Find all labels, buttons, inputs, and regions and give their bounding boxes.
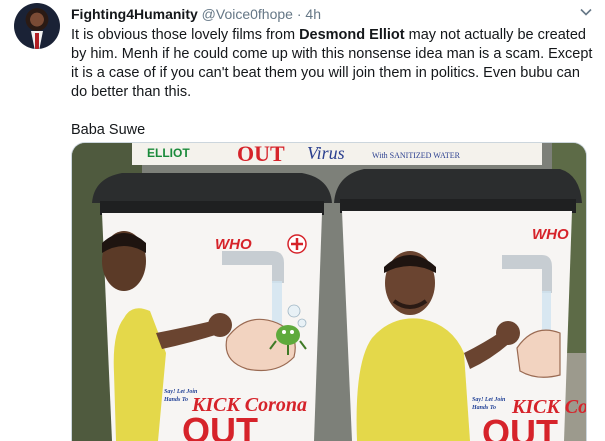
tweet-body: It is obvious those lovely films from De…	[71, 26, 593, 102]
right-who-label: WHO	[532, 226, 569, 243]
tweet-header: Fighting4Humanity @Voice0fhope · 4h	[71, 6, 575, 24]
banner-out-text: OUT	[237, 143, 285, 166]
photo-scene: ELLIOT OUT Virus With SANITIZED WATER WH…	[72, 143, 586, 441]
mention-desmond-elliot: Desmond Elliot	[299, 27, 405, 43]
left-bin-lid	[92, 173, 332, 203]
right-bin-lid	[334, 169, 582, 203]
banner-left-text: ELLIOT	[147, 146, 190, 160]
banner-virus-text: Virus	[307, 143, 345, 163]
dot-separator: ·	[296, 6, 302, 22]
tweet-signature: Baba Suwe	[71, 122, 146, 138]
left-slogan-small-2: Hands To	[163, 397, 188, 403]
right-slogan-small-2: Hands To	[471, 405, 496, 411]
display-name[interactable]: Fighting4Humanity	[71, 6, 198, 22]
person-yellow-shirt	[356, 318, 470, 441]
tweet-body-start: It is obvious those lovely films from	[71, 27, 300, 43]
avatar[interactable]	[14, 3, 60, 49]
timestamp[interactable]: 4h	[305, 6, 321, 22]
chevron-down-icon[interactable]	[579, 5, 593, 19]
handle[interactable]: @Voice0fhope	[202, 6, 293, 22]
avatar-tie	[35, 33, 39, 49]
right-slogan-small-1: Say! Let Join	[472, 397, 506, 403]
tweet-photo[interactable]: ELLIOT OUT Virus With SANITIZED WATER WH…	[71, 142, 587, 441]
banner-small-text: With SANITIZED WATER	[372, 151, 461, 160]
tweet-text: It is obvious those lovely films from De…	[71, 26, 593, 140]
right-out-text: OUT	[482, 412, 558, 441]
left-out-text: OUT	[182, 410, 258, 441]
tweet[interactable]: Fighting4Humanity @Voice0fhope · 4h It i…	[0, 0, 605, 441]
left-who-label: WHO	[215, 236, 252, 253]
